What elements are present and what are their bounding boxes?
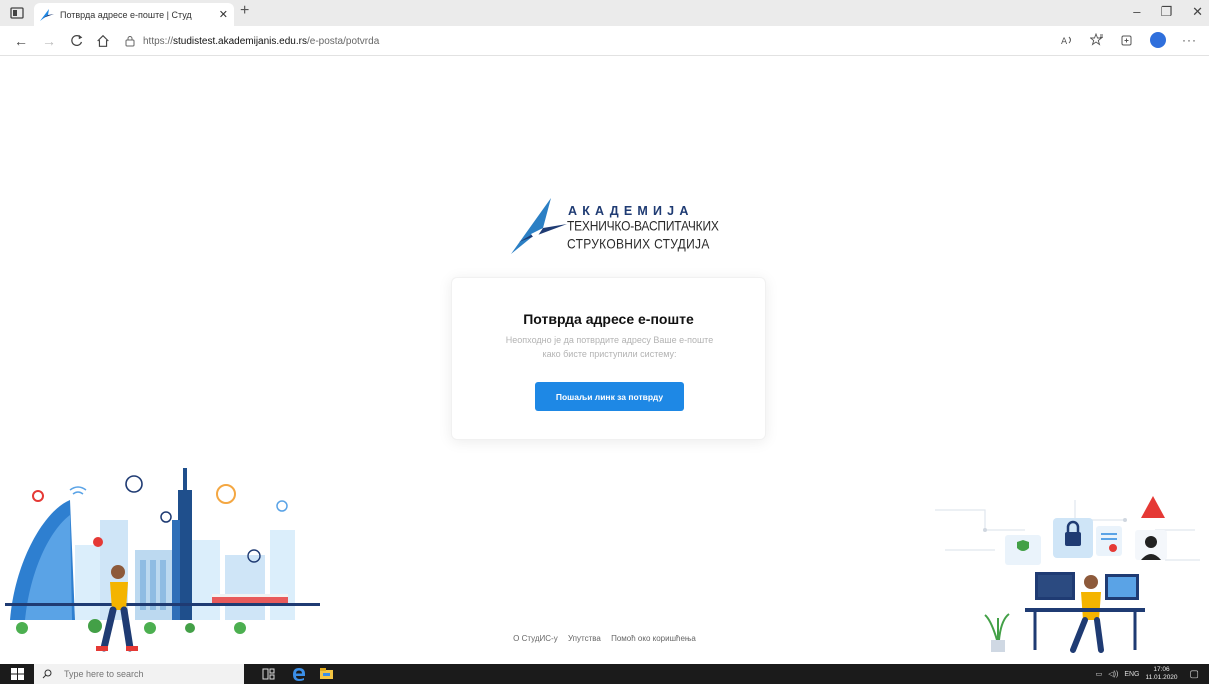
browser-tab-active[interactable]: Потврда адресе е-поште | Студ ✕ <box>34 3 234 26</box>
tab-close-icon[interactable]: ✕ <box>219 8 228 21</box>
home-icon[interactable] <box>94 33 112 49</box>
collections-icon[interactable] <box>1120 33 1134 47</box>
forward-arrow-icon[interactable]: → <box>40 33 58 49</box>
profile-avatar[interactable] <box>1150 32 1166 48</box>
address-bar-actions: A ··· <box>1060 32 1197 48</box>
notifications-icon[interactable]: ▢ <box>1190 669 1199 680</box>
network-icon[interactable]: ▭ <box>1096 670 1103 678</box>
minimize-icon[interactable]: – <box>1133 4 1140 20</box>
tab-title: Потврда адресе е-поште | Студ <box>60 9 192 20</box>
new-tab-icon[interactable]: + <box>240 2 249 20</box>
logo-subtitle-1: ТЕХНИЧКО-ВАСПИТАЧКИХ <box>567 218 719 235</box>
taskbar-search-input[interactable] <box>64 669 234 679</box>
taskbar-search[interactable] <box>34 664 244 684</box>
academy-favicon-icon <box>40 8 54 21</box>
windows-start-icon[interactable] <box>11 668 24 680</box>
address-bar: ← → https://studistest.akademijanis.edu.… <box>0 26 1209 56</box>
url-text: https://studistest.akademijanis.edu.rs/e… <box>143 35 380 47</box>
logo-title: АКАДЕМИЈА <box>568 204 694 218</box>
footer-link-about[interactable]: О СтудИС-у <box>513 634 558 643</box>
task-view-icon[interactable] <box>262 668 275 680</box>
footer-link-instructions[interactable]: Упутства <box>568 634 601 643</box>
footer-link-help[interactable]: Помоћ око коришћења <box>611 634 696 643</box>
search-icon <box>42 669 52 679</box>
browser-tab-bar: Потврда адресе е-поште | Студ ✕ + – ❐ ✕ <box>0 0 1209 26</box>
card-title: Потврда адресе е-поште <box>523 311 694 327</box>
restore-icon[interactable]: ❐ <box>1160 4 1172 20</box>
system-tray: ▭ ◁)) ENG 17:06 11.01.2020 ▢ <box>1096 666 1199 682</box>
close-window-icon[interactable]: ✕ <box>1192 4 1203 20</box>
file-explorer-icon[interactable] <box>320 668 333 680</box>
email-confirmation-card: Потврда адресе е-поште Неопходно је да п… <box>451 277 766 440</box>
lock-icon <box>125 36 135 47</box>
taskbar-clock[interactable]: 17:06 11.01.2020 <box>1145 666 1177 682</box>
footer-links: О СтудИС-у Упутства Помоћ око коришћења <box>0 634 1209 643</box>
refresh-icon[interactable] <box>68 33 86 49</box>
url-field[interactable]: https://studistest.akademijanis.edu.rs/e… <box>125 32 379 50</box>
send-confirmation-link-button[interactable]: Пошаљи линк за потврду <box>535 382 684 411</box>
windows-taskbar: ▭ ◁)) ENG 17:06 11.01.2020 ▢ <box>0 664 1209 684</box>
city-illustration <box>5 468 320 652</box>
academy-logo-mark-icon <box>511 198 567 254</box>
card-description: Неопходно је да потврдите адресу Ваше е-… <box>505 335 714 359</box>
academy-logo: АКАДЕМИЈА ТЕХНИЧКО-ВАСПИТАЧКИХ СТРУКОВНИ… <box>509 196 719 256</box>
logo-subtitle-2: СТРУКОВНИХ СТУДИЈА <box>567 236 710 253</box>
window-controls: – ❐ ✕ <box>1133 4 1203 20</box>
edge-browser-icon[interactable] <box>292 667 306 681</box>
read-aloud-icon[interactable]: A <box>1060 33 1074 47</box>
back-arrow-icon[interactable]: ← <box>12 33 30 49</box>
svg-text:A: A <box>1061 37 1068 47</box>
volume-icon[interactable]: ◁)) <box>1108 670 1118 678</box>
language-indicator[interactable]: ENG <box>1124 671 1139 678</box>
tab-actions-icon[interactable] <box>9 5 25 21</box>
favorites-star-icon[interactable] <box>1090 33 1104 47</box>
more-menu-icon[interactable]: ··· <box>1182 33 1197 47</box>
